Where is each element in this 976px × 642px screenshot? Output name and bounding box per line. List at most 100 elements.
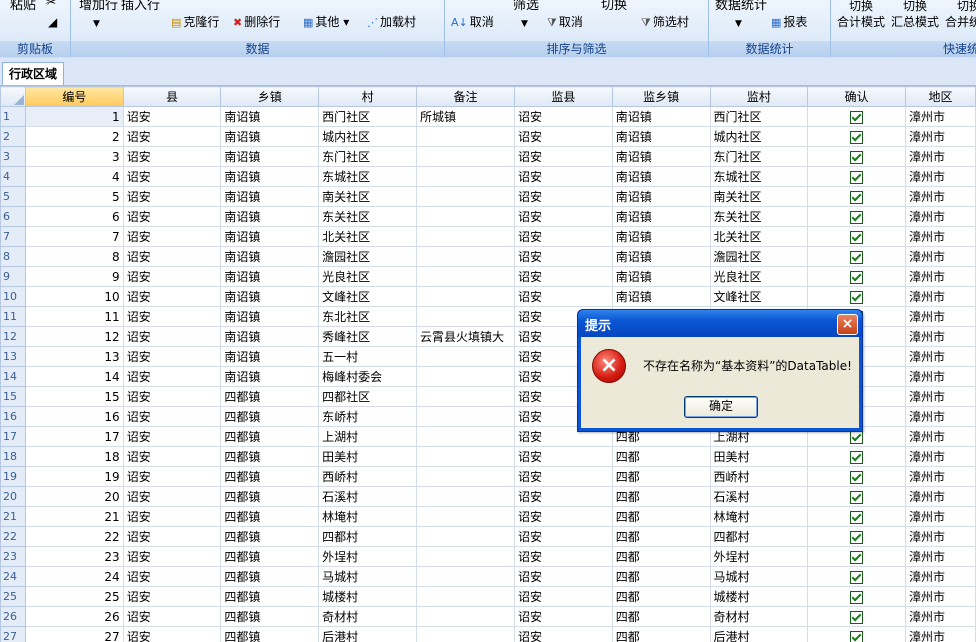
cell-county[interactable]: 诏安 [122,346,222,367]
cell-monitor-village[interactable]: 后港村 [709,626,809,642]
table-row[interactable]: 9 9 诏安 南诏镇 光良社区 诏安 南诏镇 光良社区 漳州市 [0,266,976,287]
cell-county[interactable]: 诏安 [122,166,222,187]
cell-id[interactable]: 14 [24,366,124,387]
column-header-monitor-county[interactable]: 监县 [514,86,613,107]
cell-monitor-town[interactable]: 四都 [611,446,711,467]
cell-town[interactable]: 四都镇 [220,426,320,447]
cell-remark[interactable] [416,286,516,307]
cell-region[interactable]: 漳州市 [905,306,976,327]
cell-remark[interactable] [416,206,516,227]
cell-id[interactable]: 1 [24,106,124,127]
cell-monitor-county[interactable]: 诏安 [514,506,613,527]
cell-region[interactable]: 漳州市 [905,226,976,247]
cell-confirm[interactable] [807,626,907,642]
cell-village[interactable]: 东关社区 [318,206,418,227]
table-row[interactable]: 1 1 诏安 南诏镇 西门社区 所城镇 诏安 南诏镇 西门社区 漳州市 [0,106,976,127]
cell-village[interactable]: 文峰社区 [318,286,418,307]
table-row[interactable]: 25 25 诏安 四都镇 城楼村 诏安 四都 城楼村 漳州市 [0,586,976,607]
cell-monitor-town[interactable]: 南诏镇 [611,286,711,307]
cell-confirm[interactable] [807,506,907,527]
cell-remark[interactable] [416,366,516,387]
cell-village[interactable]: 上湖村 [318,426,418,447]
cell-village[interactable]: 城内社区 [318,126,418,147]
insert-row-button[interactable]: 插入行 [121,0,160,14]
cell-remark[interactable] [416,466,516,487]
cell-village[interactable]: 西峤村 [318,466,418,487]
merge-mode-label[interactable]: 合并统 [945,14,976,30]
cell-monitor-county[interactable]: 诏安 [514,126,613,147]
cell-id[interactable]: 2 [24,126,124,147]
cell-village[interactable]: 城楼村 [318,586,418,607]
cell-monitor-town[interactable]: 南诏镇 [611,206,711,227]
cell-monitor-town[interactable]: 南诏镇 [611,126,711,147]
confirm-checkbox[interactable] [850,270,864,284]
cell-monitor-town[interactable]: 四都 [611,466,711,487]
cell-confirm[interactable] [807,186,907,207]
cell-region[interactable]: 漳州市 [905,126,976,147]
cell-county[interactable]: 诏安 [122,526,222,547]
cell-remark[interactable] [416,626,516,642]
cell-id[interactable]: 8 [24,246,124,267]
cell-county[interactable]: 诏安 [122,366,222,387]
cell-county[interactable]: 诏安 [122,246,222,267]
cell-confirm[interactable] [807,166,907,187]
cell-monitor-town[interactable]: 南诏镇 [611,226,711,247]
cell-monitor-village[interactable]: 奇材村 [709,606,809,627]
cell-confirm[interactable] [807,226,907,247]
cell-id[interactable]: 22 [24,526,124,547]
cell-id[interactable]: 24 [24,566,124,587]
cell-region[interactable]: 漳州市 [905,466,976,487]
cell-town[interactable]: 四都镇 [220,606,320,627]
close-icon[interactable]: × [837,314,858,335]
cell-remark[interactable] [416,226,516,247]
row-number[interactable]: 20 [0,486,26,507]
cell-county[interactable]: 诏安 [122,146,222,167]
cell-monitor-village[interactable]: 澹园社区 [709,246,809,267]
cell-monitor-town[interactable]: 南诏镇 [611,166,711,187]
confirm-checkbox[interactable] [850,190,864,204]
cell-monitor-county[interactable]: 诏安 [514,566,613,587]
cell-region[interactable]: 漳州市 [905,346,976,367]
confirm-checkbox[interactable] [850,430,864,444]
row-number[interactable]: 17 [0,426,26,447]
cell-id[interactable]: 11 [24,306,124,327]
cell-county[interactable]: 诏安 [122,266,222,287]
cell-id[interactable]: 7 [24,226,124,247]
cell-monitor-town[interactable]: 四都 [611,526,711,547]
table-row[interactable]: 4 4 诏安 南诏镇 东城社区 诏安 南诏镇 东城社区 漳州市 [0,166,976,187]
cell-county[interactable]: 诏安 [122,386,222,407]
cell-monitor-county[interactable]: 诏安 [514,546,613,567]
cell-id[interactable]: 17 [24,426,124,447]
dialog-title-bar[interactable]: 提示 × [578,310,862,337]
row-number[interactable]: 6 [0,206,26,227]
cell-region[interactable]: 漳州市 [905,626,976,642]
table-row[interactable]: 20 20 诏安 四都镇 石溪村 诏安 四都 石溪村 漳州市 [0,486,976,507]
cell-id[interactable]: 12 [24,326,124,347]
cell-region[interactable]: 漳州市 [905,286,976,307]
cell-village[interactable]: 东门社区 [318,146,418,167]
cell-id[interactable]: 5 [24,186,124,207]
cell-id[interactable]: 20 [24,486,124,507]
cell-monitor-town[interactable]: 四都 [611,486,711,507]
add-row-button[interactable]: 增加行 [79,0,118,14]
cell-remark[interactable] [416,566,516,587]
cell-confirm[interactable] [807,586,907,607]
cell-monitor-town[interactable]: 南诏镇 [611,246,711,267]
cell-remark[interactable] [416,426,516,447]
filter-dropdown-icon[interactable]: ▼ [521,16,528,32]
cell-id[interactable]: 23 [24,546,124,567]
toggle-sum-button[interactable]: 切换 [849,0,873,14]
cell-village[interactable]: 马城村 [318,566,418,587]
cell-monitor-village[interactable]: 林埯村 [709,506,809,527]
row-number[interactable]: 8 [0,246,26,267]
row-number[interactable]: 3 [0,146,26,167]
cell-id[interactable]: 21 [24,506,124,527]
cell-remark[interactable] [416,526,516,547]
column-header-county[interactable]: 县 [122,86,222,107]
column-header-monitor-town[interactable]: 监乡镇 [611,86,711,107]
cell-monitor-county[interactable]: 诏安 [514,246,613,267]
cell-monitor-county[interactable]: 诏安 [514,466,613,487]
cell-monitor-county[interactable]: 诏安 [514,526,613,547]
cell-village[interactable]: 光良社区 [318,266,418,287]
confirm-checkbox[interactable] [850,630,864,642]
